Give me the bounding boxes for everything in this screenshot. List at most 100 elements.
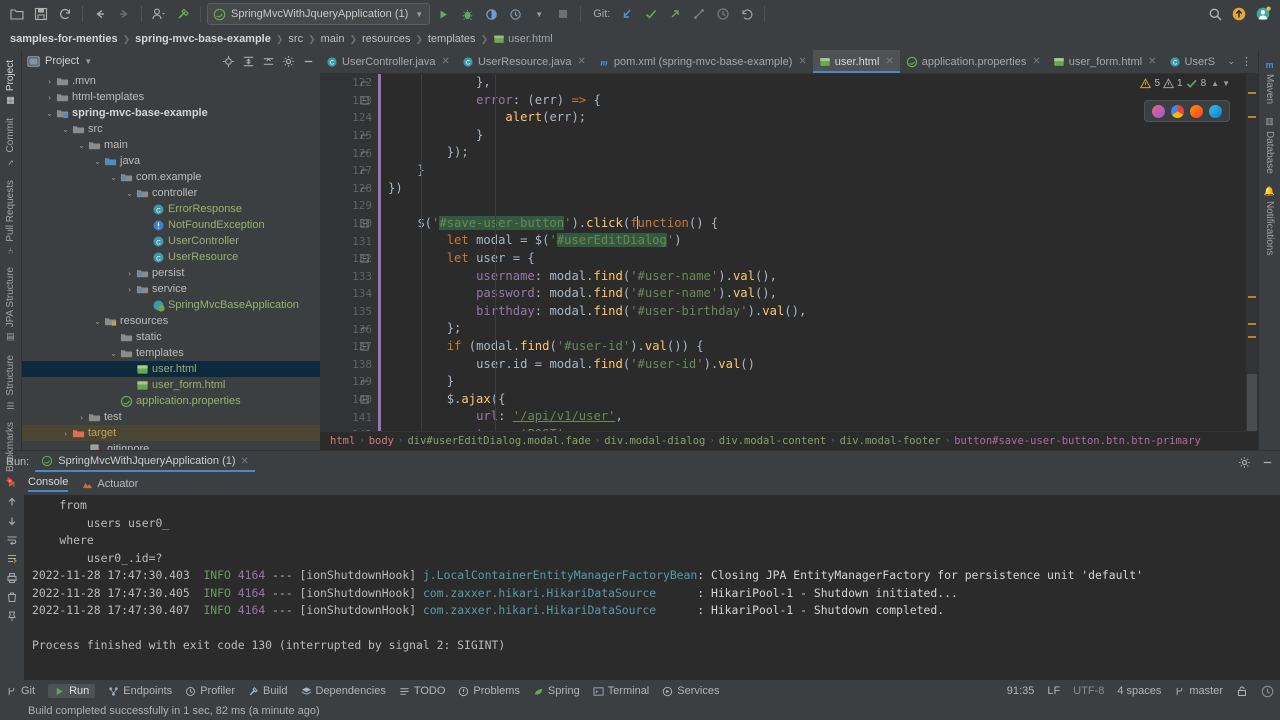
- tree-node-notfoundexception[interactable]: NotFoundException: [22, 217, 320, 233]
- chevron-down-icon[interactable]: ⌄: [124, 189, 135, 198]
- chevron-right-icon[interactable]: ›: [44, 77, 55, 86]
- breadcrumb-item-6[interactable]: user.html: [508, 33, 553, 45]
- sidebar-item-structure[interactable]: ☰ Structure: [2, 349, 19, 417]
- console-output[interactable]: from users user0_ where user0_.id=?2022-…: [24, 495, 1280, 680]
- tree-node-resources[interactable]: ⌄resources: [22, 313, 320, 329]
- code-line[interactable]: let user = {: [388, 250, 1258, 268]
- tree-node-html-templates[interactable]: ›html-templates: [22, 89, 320, 105]
- gutter-line-number[interactable]: 141: [320, 408, 378, 426]
- code-line[interactable]: username: modal.find('#user-name').val()…: [388, 268, 1258, 286]
- close-icon[interactable]: ✕: [798, 56, 806, 67]
- editor-scrollbar-thumb[interactable]: [1247, 374, 1257, 431]
- caret-position[interactable]: 91:35: [1007, 685, 1035, 697]
- tree-node-main[interactable]: ⌄main: [22, 137, 320, 153]
- git-push-icon[interactable]: [664, 3, 686, 25]
- fold-end-marker[interactable]: [360, 324, 369, 333]
- sidebar-item-maven[interactable]: m Maven: [1261, 54, 1278, 110]
- debug-button[interactable]: [456, 3, 478, 25]
- editor-scroll-stripe[interactable]: [1246, 74, 1258, 431]
- back-arrow-icon[interactable]: [89, 3, 111, 25]
- breadcrumb-item-0[interactable]: samples-for-menties: [10, 33, 118, 45]
- code-line[interactable]: [388, 197, 1258, 215]
- breadcrumb-item-1[interactable]: spring-mvc-base-example: [135, 33, 271, 45]
- chevron-down-icon[interactable]: ⌄: [76, 141, 87, 150]
- chrome-icon[interactable]: [1171, 105, 1184, 118]
- status-bar-item-problems[interactable]: Problems: [458, 685, 519, 697]
- tree-node-service[interactable]: ›service: [22, 281, 320, 297]
- breadcrumb-item-2[interactable]: src: [288, 33, 303, 45]
- gutter-line-number[interactable]: 142: [320, 426, 378, 431]
- tree-node-userresource[interactable]: CUserResource: [22, 249, 320, 265]
- chevron-up-icon[interactable]: ▲: [1211, 79, 1219, 88]
- code-line[interactable]: }): [388, 180, 1258, 198]
- editor-tab-userresource-java[interactable]: CUserResource.java✕: [456, 50, 592, 73]
- read-only-lock-icon[interactable]: [1236, 685, 1248, 697]
- chevron-down-icon[interactable]: ▼: [1222, 79, 1230, 88]
- code-line[interactable]: }: [388, 373, 1258, 391]
- tree-node-target[interactable]: ›target: [22, 425, 320, 441]
- sidebar-item-database[interactable]: ▥ Database: [1261, 110, 1278, 180]
- fold-end-marker[interactable]: [360, 131, 369, 140]
- inspection-widget[interactable]: 5 1 8 ▲ ▼: [1140, 78, 1230, 89]
- run-with-coverage-button[interactable]: [480, 3, 502, 25]
- sidebar-item-jpa-structure[interactable]: ▤ JPA Structure: [2, 261, 19, 348]
- chevron-right-icon[interactable]: ›: [60, 429, 71, 438]
- fold-end-marker[interactable]: [360, 78, 369, 87]
- open-folder-icon[interactable]: [6, 3, 28, 25]
- chevron-down-icon-2[interactable]: ▼: [528, 3, 550, 25]
- fold-end-marker[interactable]: [360, 148, 369, 157]
- collapse-all-icon[interactable]: [262, 55, 275, 68]
- fold-end-marker[interactable]: [360, 166, 369, 175]
- gutter-line-number[interactable]: 133: [320, 268, 378, 286]
- tree-node-controller[interactable]: ⌄controller: [22, 185, 320, 201]
- code-line[interactable]: birthday: modal.find('#user-birthday').v…: [388, 303, 1258, 321]
- scroll-up-icon[interactable]: [6, 496, 18, 508]
- gutter-line-number[interactable]: 127: [320, 162, 378, 180]
- tree-node-static[interactable]: static: [22, 329, 320, 345]
- tree-node-spring-mvc-base-example[interactable]: ⌄spring-mvc-base-example: [22, 105, 320, 121]
- status-bar-item-git[interactable]: Git: [6, 685, 35, 697]
- status-bar-item-todo[interactable]: TODO: [399, 685, 446, 697]
- profile-run-button[interactable]: [504, 3, 526, 25]
- chevron-down-icon[interactable]: ▼: [84, 57, 92, 66]
- gutter-line-number[interactable]: 139: [320, 373, 378, 391]
- status-bar-item-dependencies[interactable]: Dependencies: [301, 685, 386, 697]
- more-options-icon[interactable]: ⋮: [1241, 55, 1252, 68]
- inspection-level-icon[interactable]: [1261, 685, 1274, 698]
- code-line[interactable]: user.id = modal.find('#user-id').val(): [388, 356, 1258, 374]
- sidebar-item-notifications[interactable]: 🔔 Notifications: [1261, 180, 1278, 261]
- status-bar-item-run[interactable]: Run: [48, 684, 95, 698]
- chevron-down-icon[interactable]: ⌄: [60, 125, 71, 134]
- tree-node-application-properties[interactable]: application.properties: [22, 393, 320, 409]
- run-button[interactable]: [432, 3, 454, 25]
- close-icon[interactable]: ✕: [1148, 56, 1156, 67]
- settings-gear-icon[interactable]: [1238, 456, 1251, 469]
- breadcrumb-item-5[interactable]: templates: [428, 33, 476, 45]
- tree-node-templates[interactable]: ⌄templates: [22, 345, 320, 361]
- code-line[interactable]: };: [388, 320, 1258, 338]
- scroll-down-icon[interactable]: [6, 515, 18, 527]
- print-icon[interactable]: [6, 572, 18, 584]
- code-line[interactable]: if (modal.find('#user-id').val()) {: [388, 338, 1258, 356]
- pin-icon[interactable]: [6, 610, 18, 622]
- chevron-down-icon[interactable]: ⌄: [92, 157, 103, 166]
- run-configuration-selector[interactable]: SpringMvcWithJqueryApplication (1) ▼: [207, 3, 430, 25]
- element-breadcrumb-item[interactable]: div.modal-content: [719, 435, 826, 447]
- code-line[interactable]: }: [388, 162, 1258, 180]
- chevron-down-icon[interactable]: ⌄: [44, 109, 55, 118]
- close-icon[interactable]: ✕: [442, 56, 450, 67]
- build-hammer-icon[interactable]: [172, 3, 194, 25]
- updates-icon[interactable]: [1228, 3, 1250, 25]
- close-icon[interactable]: ✕: [241, 456, 249, 467]
- tree-node-com-example[interactable]: ⌄com.example: [22, 169, 320, 185]
- chevron-down-icon[interactable]: ⌄: [108, 349, 119, 358]
- intellij-icon[interactable]: [1152, 105, 1165, 118]
- run-config-tab[interactable]: SpringMvcWithJqueryApplication (1) ✕: [35, 452, 255, 472]
- gutter-line-number[interactable]: 140: [320, 391, 378, 409]
- gutter-line-number[interactable]: 124: [320, 109, 378, 127]
- tree-node-user-form-html[interactable]: user_form.html: [22, 377, 320, 393]
- git-branches-icon[interactable]: [688, 3, 710, 25]
- element-breadcrumb-item[interactable]: html: [330, 435, 355, 447]
- close-icon[interactable]: ✕: [885, 56, 893, 67]
- hide-icon[interactable]: [1261, 456, 1274, 469]
